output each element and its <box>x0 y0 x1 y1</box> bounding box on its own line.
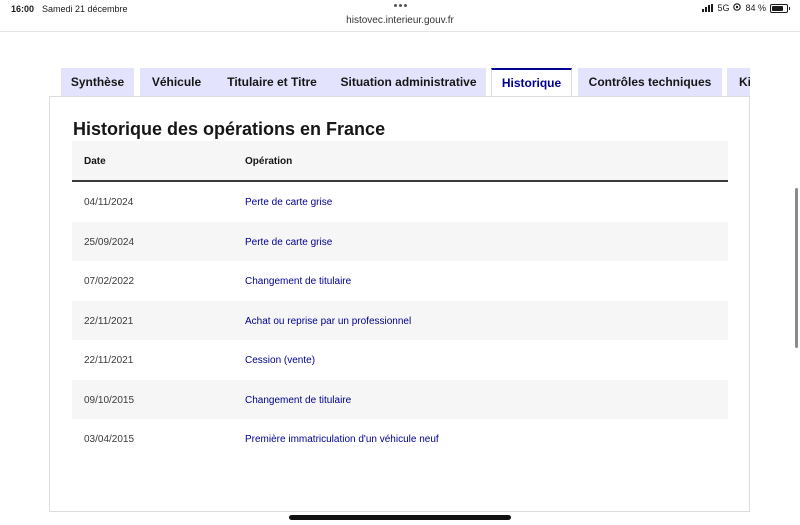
home-indicator[interactable] <box>289 515 511 520</box>
browser-divider <box>0 31 800 32</box>
battery-icon <box>770 3 790 13</box>
table-row: 09/10/2015 Changement de titulaire <box>72 379 728 419</box>
cell-operation-link[interactable]: Cession (vente) <box>245 355 315 366</box>
cell-date: 09/10/2015 <box>84 394 135 406</box>
cell-date: 04/11/2024 <box>84 197 134 208</box>
table-row: 22/11/2021 Achat ou reprise par un profes… <box>72 300 728 340</box>
tab-kilo[interactable]: Kilo <box>727 68 750 96</box>
cell-date: 25/09/2024 <box>84 236 135 248</box>
cell-date: 22/11/2021 <box>84 355 134 366</box>
table-row: 25/09/2024 Perte de carte grise <box>72 221 728 261</box>
status-date: Samedi 21 décembre <box>42 4 128 14</box>
url-text: histovec.interieur.gouv.fr <box>346 15 454 26</box>
cell-operation-link[interactable]: Changement de titulaire <box>245 395 351 406</box>
cell-operation-link[interactable]: Perte de carte grise <box>245 237 332 248</box>
table-row: 22/11/2021 Cession (vente) <box>72 340 728 380</box>
status-indicators: 5G 84 % <box>702 3 790 13</box>
cell-operation-link[interactable]: Perte de carte grise <box>245 197 332 208</box>
multitasking-dots-icon[interactable] <box>392 2 408 8</box>
tab-synthese[interactable]: Synthèse <box>61 68 134 96</box>
column-header-operation: Opération <box>245 156 293 167</box>
page-title: Historique des opérations en France <box>73 119 386 139</box>
tab-controles-techniques[interactable]: Contrôles techniques <box>578 68 722 96</box>
column-header-date: Date <box>84 156 106 167</box>
address-bar[interactable]: histovec.interieur.gouv.fr <box>0 15 800 26</box>
cell-operation-link[interactable]: Changement de titulaire <box>245 276 351 287</box>
signal-icon <box>702 4 714 12</box>
table-row: 04/11/2024 Perte de carte grise <box>72 182 728 222</box>
table-header: Date Opération <box>72 141 728 182</box>
cell-date: 07/02/2022 <box>84 276 135 287</box>
cell-operation-link[interactable]: Première immatriculation d'un véhicule n… <box>245 434 439 445</box>
operations-table: Date Opération 04/11/2024 Perte de carte … <box>72 141 728 459</box>
network-label: 5G <box>717 3 730 13</box>
tab-titulaire-et-titre[interactable]: Titulaire et Titre <box>213 68 331 96</box>
cell-date: 03/04/2015 <box>84 434 135 445</box>
table-row: 07/02/2022 Changement de titulaire <box>72 261 728 301</box>
cell-date: 22/11/2021 <box>84 315 134 327</box>
tab-vehicule[interactable]: Véhicule <box>140 68 213 96</box>
table-row: 03/04/2015 Première immatriculation d'un … <box>72 419 728 459</box>
battery-fill <box>772 5 783 11</box>
status-time: 16:00 <box>11 4 35 14</box>
battery-percent: 84 % <box>745 3 766 13</box>
focus-icon <box>733 3 742 13</box>
tab-historique[interactable]: Historique <box>491 68 572 96</box>
table-body: 04/11/2024 Perte de carte grise 25/09/2024… <box>72 182 728 459</box>
tab-bar: Synthèse Véhicule Titulaire et Titre Situat… <box>61 68 750 96</box>
scrollbar[interactable] <box>795 188 798 348</box>
cell-operation-link[interactable]: Achat ou reprise par un professionnel <box>245 316 411 327</box>
tab-situation-administrative[interactable]: Situation administrative <box>331 68 486 96</box>
